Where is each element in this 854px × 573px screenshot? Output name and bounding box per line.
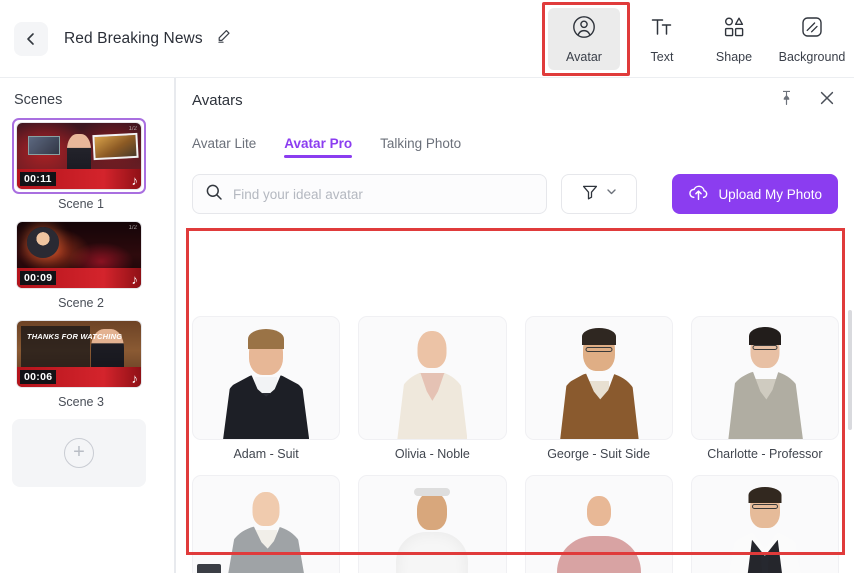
tab-avatar-lite[interactable]: Avatar Lite	[192, 136, 256, 158]
scene-label: Scene 3	[12, 395, 150, 409]
avatar-name: Olivia - Noble	[358, 447, 506, 461]
panel-tabs: Avatar Lite Avatar Pro Talking Photo	[176, 122, 854, 158]
pin-icon	[779, 90, 794, 111]
tool-avatar[interactable]: Avatar	[548, 8, 620, 70]
search-icon	[205, 183, 223, 206]
upload-button-label: Upload My Photo	[718, 187, 822, 202]
funnel-filter-icon	[581, 183, 599, 206]
avatar-card-adam[interactable]: Adam - Suit	[192, 316, 340, 461]
avatar-card-olivia[interactable]: Olivia - Noble	[358, 316, 506, 461]
scene-duration: 00:09	[20, 271, 56, 285]
scenes-heading: Scenes	[14, 92, 174, 108]
scene1-screen-right	[92, 133, 138, 160]
avatar-thumbnail	[358, 316, 506, 440]
tool-avatar-label: Avatar	[566, 50, 602, 64]
avatar-card-charles[interactable]: Charles - Teacher	[691, 475, 839, 573]
tool-buttons: Avatar Text Shape Backgrou	[548, 0, 854, 78]
avatar-thumbnail	[358, 475, 506, 573]
avatars-panel: Avatars Avatar Lite Avatar Pro Talking P…	[175, 78, 854, 573]
scene-duration: 00:11	[20, 172, 56, 186]
edit-title-button[interactable]	[215, 28, 232, 50]
plus-icon: +	[64, 438, 94, 468]
add-scene-button[interactable]: +	[12, 419, 146, 487]
scene1-screen-left	[28, 136, 60, 154]
app-root: Red Breaking News Avatar Text	[0, 0, 854, 573]
tool-text-label: Text	[651, 50, 674, 64]
pencil-edit-icon	[215, 28, 232, 50]
tab-avatar-pro[interactable]: Avatar Pro	[284, 136, 352, 158]
chevron-down-icon	[605, 185, 618, 203]
avatar-tool-wrapper: Avatar	[548, 8, 620, 70]
panel-title: Avatars	[192, 92, 243, 109]
avatar-grid: Adam - Suit Olivia - Noble	[176, 306, 854, 573]
panel-scrollbar[interactable]	[848, 310, 852, 430]
text-tt-icon	[649, 14, 675, 45]
scene-label: Scene 2	[12, 296, 150, 310]
scene1-anchor	[67, 134, 92, 172]
scenes-sidebar: Scenes 1/2 00:11 ♪ Scene 1	[0, 78, 175, 573]
avatar-name: George - Suit Side	[525, 447, 673, 461]
scene-item-2[interactable]: 1/2 00:09 ♪ Scene 2	[12, 217, 162, 310]
avatar-card-charlotte[interactable]: Charlotte - Professor	[691, 316, 839, 461]
music-note-icon: ♪	[132, 273, 139, 286]
avatar-grid-container: Adam - Suit Olivia - Noble	[176, 306, 854, 573]
avatar-thumbnail	[192, 316, 340, 440]
avatar-thumbnail	[691, 475, 839, 573]
close-panel-button[interactable]	[818, 89, 836, 112]
tool-shape[interactable]: Shape	[698, 8, 770, 70]
upload-my-photo-button[interactable]: Upload My Photo	[672, 174, 838, 214]
chevron-left-icon	[24, 32, 38, 46]
cloud-upload-icon	[688, 183, 709, 205]
top-toolbar: Red Breaking News Avatar Text	[0, 0, 854, 78]
background-icon	[799, 14, 825, 45]
search-box[interactable]	[192, 174, 547, 214]
avatar-card-ali[interactable]: Ali - Ghutra	[358, 475, 506, 573]
avatar-name: Charlotte - Professor	[691, 447, 839, 461]
scene-thumbnail-1[interactable]: 1/2 00:11 ♪	[12, 118, 146, 194]
scene2-anchor	[27, 227, 59, 257]
shapes-icon	[721, 14, 747, 45]
avatar-name: Adam - Suit	[192, 447, 340, 461]
tool-background-label: Background	[779, 50, 846, 64]
music-note-icon: ♪	[132, 174, 139, 187]
scene2-tick: 1/2	[129, 225, 137, 231]
tool-shape-label: Shape	[716, 50, 752, 64]
avatar-thumbnail	[691, 316, 839, 440]
panel-header-actions	[779, 89, 836, 112]
scene-label: Scene 1	[12, 197, 150, 211]
music-note-icon: ♪	[132, 372, 139, 385]
tool-background[interactable]: Background	[770, 8, 854, 70]
scene-thumbnail-3[interactable]: THANKS FOR WATCHING 00:06 ♪	[12, 316, 146, 392]
pin-panel-button[interactable]	[779, 90, 794, 111]
scene-item-3[interactable]: THANKS FOR WATCHING 00:06 ♪ Scene 3	[12, 316, 162, 409]
scene1-tick: 1/2	[129, 126, 137, 132]
scene3-overlay-text: THANKS FOR WATCHING	[27, 332, 122, 342]
avatar-card-basma[interactable]: Basma - Pink Hijab	[525, 475, 673, 573]
scene-item-1[interactable]: 1/2 00:11 ♪ Scene 1	[12, 118, 162, 211]
filter-button[interactable]	[561, 174, 637, 214]
tab-talking-photo[interactable]: Talking Photo	[380, 136, 461, 158]
avatar-card-chloe[interactable]: Chloe - HR Manager	[192, 475, 340, 573]
page-title: Red Breaking News	[64, 30, 203, 48]
avatar-card-george[interactable]: George - Suit Side	[525, 316, 673, 461]
search-input[interactable]	[233, 187, 534, 202]
panel-header: Avatars	[176, 78, 854, 122]
close-x-icon	[818, 89, 836, 112]
tool-text[interactable]: Text	[626, 8, 698, 70]
avatar-thumbnail	[192, 475, 340, 573]
avatar-thumbnail	[525, 316, 673, 440]
search-row: Upload My Photo	[176, 158, 854, 214]
scene-duration: 00:06	[20, 370, 56, 384]
avatar-thumbnail	[525, 475, 673, 573]
avatar-person-icon	[571, 14, 597, 45]
scene-thumbnail-2[interactable]: 1/2 00:09 ♪	[12, 217, 146, 293]
back-button[interactable]	[14, 22, 48, 56]
